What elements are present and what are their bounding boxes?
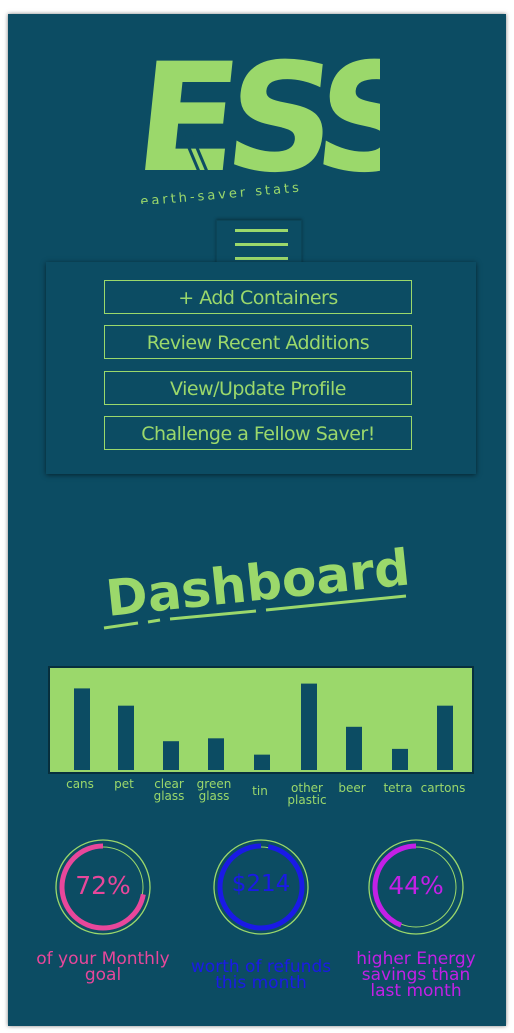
view-update-profile-button[interactable]: View/Update Profile bbox=[104, 371, 412, 405]
bar-green-glass bbox=[208, 738, 224, 770]
bar-chart bbox=[74, 683, 453, 770]
stat-value: 44% bbox=[388, 871, 444, 900]
hamburger-menu-icon[interactable] bbox=[216, 220, 302, 267]
stat-value: $214 bbox=[231, 871, 291, 897]
ess-logo: ESS earth-saver stats bbox=[130, 31, 380, 204]
container-chart bbox=[48, 666, 474, 774]
x-label-cartons: cartons bbox=[420, 781, 466, 795]
stat-caption: higher Energy savings than last month bbox=[356, 949, 476, 1001]
navigation-menu: + Add Containers Review Recent Additions… bbox=[46, 262, 476, 474]
review-recent-additions-button[interactable]: Review Recent Additions bbox=[104, 325, 412, 359]
bar-beer bbox=[346, 726, 362, 770]
bar-other-plastic bbox=[301, 683, 317, 770]
challenge-saver-button[interactable]: Challenge a Fellow Saver! bbox=[104, 416, 412, 450]
bar-clear-glass bbox=[163, 741, 179, 770]
add-containers-button[interactable]: + Add Containers bbox=[104, 280, 412, 314]
stat-caption: worth of refunds this month bbox=[190, 957, 332, 993]
stat-caption: of your Monthly goal bbox=[36, 949, 170, 985]
bar-tetra bbox=[392, 748, 408, 770]
page-title: Dashboard bbox=[103, 538, 412, 628]
stat-value: 72% bbox=[75, 871, 131, 900]
bar-tin bbox=[254, 754, 270, 770]
logo-letters: ESS bbox=[130, 31, 380, 204]
bar-pet bbox=[118, 705, 134, 770]
dashboard-heading: Dashboard bbox=[103, 538, 413, 630]
bar-cartons bbox=[437, 705, 453, 770]
bar-cans bbox=[74, 688, 90, 770]
